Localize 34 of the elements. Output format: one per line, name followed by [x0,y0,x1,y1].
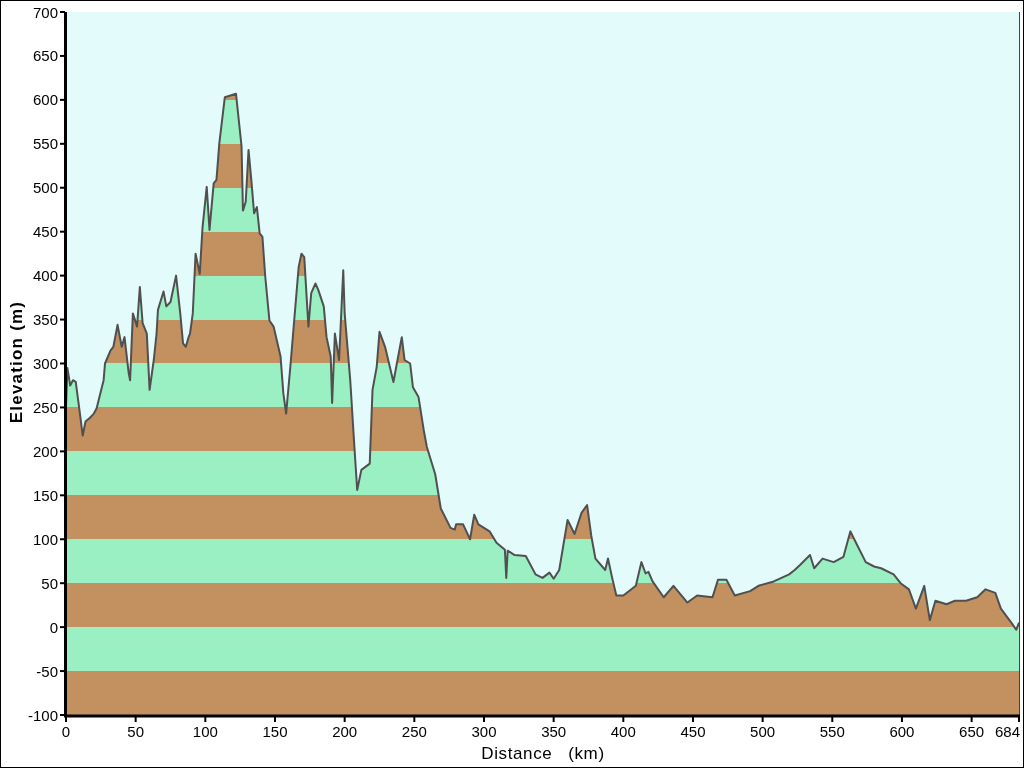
x-tick-label: 50 [127,723,144,740]
y-tick-label: 700 [32,3,58,21]
x-tick-label: 450 [680,723,706,740]
x-axis-title: Distance (km) [481,744,605,763]
x-tick-label: 0 [61,723,71,740]
y-tick-label: 50 [41,574,58,592]
y-tick-label: -100 [27,706,58,724]
y-axis-title: Elevation (m) [7,300,26,424]
y-tick-label: 250 [32,398,58,416]
y-tick-label: 400 [32,267,58,285]
x-tick-label: 550 [819,723,845,740]
x-tick-label: 650 [959,723,985,740]
x-tick-label: 150 [262,723,288,740]
y-tick-label: 450 [32,223,58,241]
x-tick-label: 500 [750,723,776,740]
y-tick-label: 600 [32,91,58,109]
y-tick-label: 150 [32,486,58,504]
y-tick-label: 0 [49,618,58,636]
x-tick-label: 250 [401,723,427,740]
y-tick-label: 500 [32,179,58,197]
x-tick-label: 300 [471,723,497,740]
y-tick-label: 550 [32,135,58,153]
y-tick-label: 300 [32,355,58,372]
x-tick-label: 350 [541,723,567,740]
x-tick-label: 400 [610,723,636,740]
y-tick-label: 100 [32,530,58,548]
x-tick-label: 600 [889,723,915,740]
x-tick-label: 684 [994,723,1020,740]
y-tick-label: -50 [36,662,58,680]
x-tick-label: 100 [192,723,218,740]
y-tick-label: 350 [32,311,58,329]
y-tick-label: 650 [32,47,58,65]
y-tick-label: 200 [32,442,58,460]
x-tick-label: 200 [332,723,358,740]
